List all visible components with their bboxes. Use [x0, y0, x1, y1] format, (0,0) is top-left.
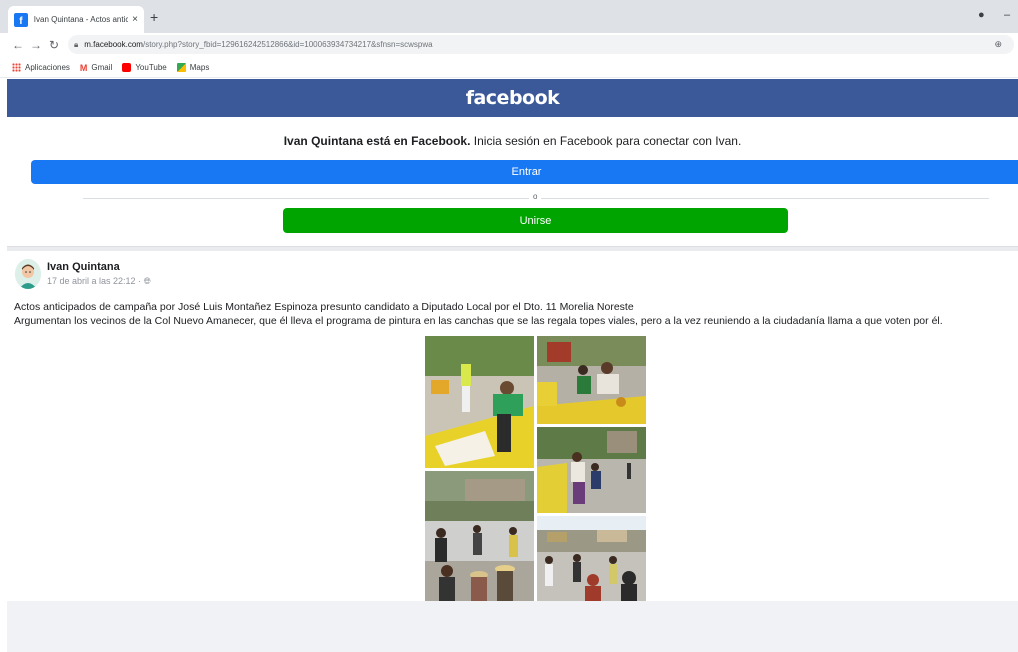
post-text-line-1: Actos anticipados de campaña por José Lu… — [14, 301, 634, 313]
post-photo[interactable] — [425, 471, 534, 602]
browser-tab[interactable]: f Ivan Quintana - Actos anticipado × — [8, 6, 144, 33]
browser-tab-strip: f Ivan Quintana - Actos anticipado × + ●… — [0, 0, 1018, 33]
tab-close-icon[interactable]: × — [132, 14, 138, 25]
post-meta: 17 de abril a las 22:12 · 🌐︎ — [47, 276, 151, 287]
post-text-line-2: Argumentan los vecinos de la Col Nuevo A… — [14, 315, 943, 327]
login-prompt: Ivan Quintana está en Facebook. Inicia s… — [7, 117, 1018, 247]
post-timestamp[interactable]: 17 de abril a las 22:12 · — [47, 276, 144, 286]
url-domain: m.facebook.com — [84, 40, 143, 49]
url-text: m.facebook.com/story.php?story_fbid=1296… — [84, 40, 432, 49]
login-message-rest: Inicia sesión en Facebook para conectar … — [470, 134, 742, 148]
facebook-header: facebook — [7, 79, 1018, 117]
lock-icon[interactable]: 🔒︎ — [74, 40, 78, 50]
minimize-icon[interactable]: – — [1004, 9, 1010, 21]
address-bar[interactable]: 🔒︎ m.facebook.com/story.php?story_fbid=1… — [68, 35, 1014, 54]
facebook-logo[interactable]: facebook — [466, 87, 560, 109]
bookmark-gmail[interactable]: M Gmail — [79, 62, 113, 73]
login-message-name: Ivan Quintana está en Facebook. — [283, 134, 471, 148]
post-author[interactable]: Ivan Quintana — [47, 261, 120, 273]
facebook-favicon-icon: f — [14, 12, 28, 27]
bookmark-maps[interactable]: Maps — [176, 62, 210, 72]
post-photo[interactable] — [425, 336, 534, 468]
signup-button[interactable]: Unirse — [283, 208, 788, 233]
url-path: /story.php?story_fbid=129616242512866&id… — [142, 40, 433, 49]
bookmark-label: Gmail — [91, 62, 113, 72]
post-photo[interactable] — [537, 516, 646, 602]
globe-icon: 🌐︎ — [143, 276, 151, 286]
new-tab-icon[interactable]: + — [150, 9, 158, 25]
post: Ivan Quintana 17 de abril a las 22:12 · … — [7, 251, 1018, 602]
login-message: Ivan Quintana está en Facebook. Inicia s… — [7, 134, 1018, 148]
bookmarks-bar: Aplicaciones M Gmail YouTube Maps — [0, 57, 1018, 78]
page-footer-area — [7, 601, 1018, 652]
browser-toolbar: ← → ↻ 🔒︎ m.facebook.com/story.php?story_… — [0, 33, 1018, 57]
divider-or: o — [529, 192, 542, 201]
back-icon[interactable]: ← — [10, 38, 26, 52]
login-button[interactable]: Entrar — [31, 160, 1018, 184]
forward-icon[interactable]: → — [28, 38, 44, 52]
post-photo[interactable] — [537, 427, 646, 513]
zoom-icon[interactable]: ⊕ — [994, 39, 1002, 50]
bookmark-label: Maps — [189, 62, 210, 72]
bookmark-label: YouTube — [135, 62, 167, 72]
reload-icon[interactable]: ↻ — [46, 38, 62, 52]
youtube-icon — [122, 62, 132, 72]
bookmark-youtube[interactable]: YouTube — [122, 62, 167, 72]
maps-icon — [176, 62, 186, 72]
profile-icon[interactable]: ● — [978, 9, 985, 21]
post-photo[interactable] — [537, 336, 646, 424]
apps-grid-icon — [12, 62, 21, 72]
bookmark-label: Aplicaciones — [25, 62, 70, 72]
gmail-icon: M — [79, 62, 88, 73]
bookmark-apps[interactable]: Aplicaciones — [12, 62, 70, 72]
tab-title: Ivan Quintana - Actos anticipado — [33, 15, 129, 24]
avatar[interactable] — [15, 259, 41, 289]
